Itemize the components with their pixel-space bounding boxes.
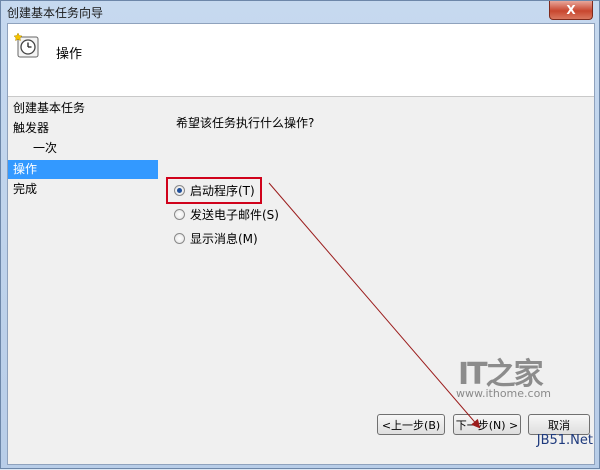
title-bar[interactable]: 创建基本任务向导 X: [1, 1, 599, 23]
nav-item-action: 操作: [8, 160, 158, 179]
cancel-button[interactable]: 取消: [528, 414, 590, 435]
radio-label-send-email: 发送电子邮件(S): [190, 207, 279, 222]
radio-button-start-program[interactable]: [174, 184, 185, 196]
ithome-url-watermark: www.ithome.com: [456, 387, 552, 400]
task-clock-icon: [14, 32, 39, 58]
nav-item-once: 一次: [33, 141, 58, 155]
window-title: 创建基本任务向导: [7, 6, 104, 20]
radio-show-message[interactable]: 显示消息(M): [174, 229, 258, 247]
radio-selected-dot: [177, 187, 182, 193]
radio-button-show-message[interactable]: [174, 232, 185, 244]
close-icon: X: [566, 3, 576, 17]
page-title: 操作: [56, 47, 83, 62]
nav-item-create-basic-task: 创建基本任务: [13, 101, 86, 115]
nav-item-trigger: 触发器: [13, 121, 50, 135]
back-button[interactable]: <上一步(B): [377, 414, 445, 435]
next-button[interactable]: 下一步(N) >: [453, 414, 521, 435]
radio-label-start-program: 启动程序(T): [190, 183, 255, 198]
wizard-client-area: 操作 创建基本任务 触发器 一次 操作 完成 希望该任务执行什么操作? 启动程序…: [7, 23, 595, 465]
jb51-watermark: JB51.Net: [536, 433, 593, 448]
wizard-step-list: 创建基本任务 触发器 一次 操作 完成: [8, 97, 160, 463]
action-prompt: 希望该任务执行什么操作?: [176, 116, 315, 130]
nav-item-finish: 完成: [13, 182, 38, 196]
radio-button-send-email[interactable]: [174, 208, 185, 220]
radio-send-email[interactable]: 发送电子邮件(S): [174, 205, 279, 223]
wizard-window: 创建基本任务向导 X 操作 创建基本任务 触发器 一次 操作 完成 希望该任务执…: [0, 0, 600, 469]
close-button[interactable]: X: [549, 1, 593, 20]
header-band: 操作: [8, 24, 594, 97]
radio-start-program[interactable]: 启动程序(T): [174, 181, 255, 199]
radio-label-show-message: 显示消息(M): [190, 231, 258, 246]
action-panel: 希望该任务执行什么操作? 启动程序(T) 发送电子邮件(S) 显示消息(M) I…: [160, 97, 594, 463]
